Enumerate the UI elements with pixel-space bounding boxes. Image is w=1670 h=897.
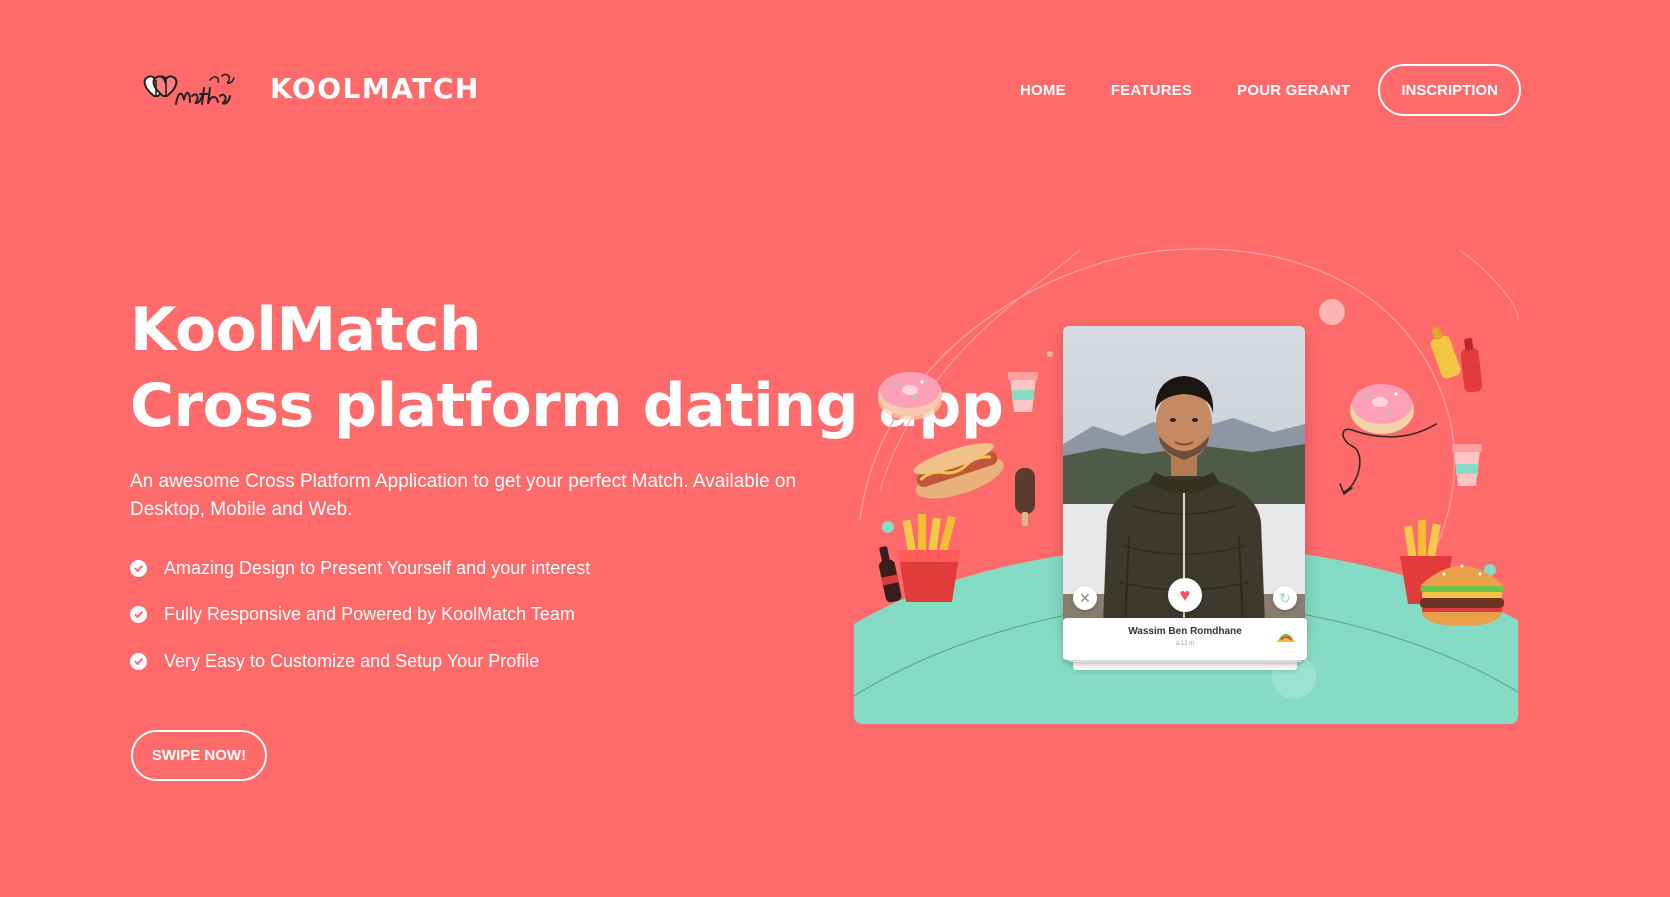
main-nav: HOME FEATURES POUR GERANT INSCRIPTION [1020, 64, 1522, 116]
nav-home[interactable]: HOME [1020, 82, 1066, 99]
koolmatch-logo[interactable] [140, 66, 240, 112]
swipe-now-button[interactable]: SWIPE NOW! [131, 730, 267, 781]
check-circle-icon [130, 652, 147, 670]
brand-name[interactable]: KOOLMATCH [270, 72, 480, 105]
refresh-icon: ↻ [1279, 589, 1291, 606]
feature-item: Very Easy to Customize and Setup Your Pr… [130, 638, 590, 685]
feature-item: Amazing Design to Present Yourself and y… [130, 545, 590, 592]
profile-name: Wassim Ben Romdhane [1128, 626, 1242, 637]
hero-description: An awesome Cross Platform Application to… [130, 471, 797, 520]
check-circle-icon [130, 606, 147, 624]
feature-list: Amazing Design to Present Yourself and y… [130, 545, 590, 685]
nav-features[interactable]: FEATURES [1111, 82, 1192, 99]
feature-item: Fully Responsive and Powered by KoolMatc… [130, 592, 590, 639]
dislike-button[interactable]: ✕ [1073, 586, 1097, 610]
profile-info-card: Wassim Ben Romdhane à 12 m [1063, 618, 1307, 660]
close-icon: ✕ [1079, 589, 1091, 606]
feature-text: Amazing Design to Present Yourself and y… [164, 557, 591, 578]
feature-text: Fully Responsive and Powered by KoolMatc… [164, 604, 575, 625]
rewind-button[interactable]: ↻ [1273, 586, 1297, 610]
hero-illustration: ✕ ♥ ↻ Wassim Ben Romdhane à 12 m [840, 240, 1520, 730]
heart-icon: ♥ [1179, 584, 1191, 605]
nav-pour-gerant[interactable]: POUR GERANT [1237, 82, 1350, 99]
taco-icon [1275, 628, 1297, 649]
profile-distance: à 12 m [1175, 641, 1195, 647]
profile-photo-card[interactable]: ✕ ♥ ↻ [1063, 326, 1305, 624]
like-button[interactable]: ♥ [1168, 578, 1202, 612]
inscription-button[interactable]: INSCRIPTION [1378, 64, 1522, 116]
check-circle-icon [130, 559, 147, 577]
site-header: KOOLMATCH HOME FEATURES POUR GERANT INSC… [0, 0, 1670, 180]
feature-text: Very Easy to Customize and Setup Your Pr… [164, 650, 540, 671]
